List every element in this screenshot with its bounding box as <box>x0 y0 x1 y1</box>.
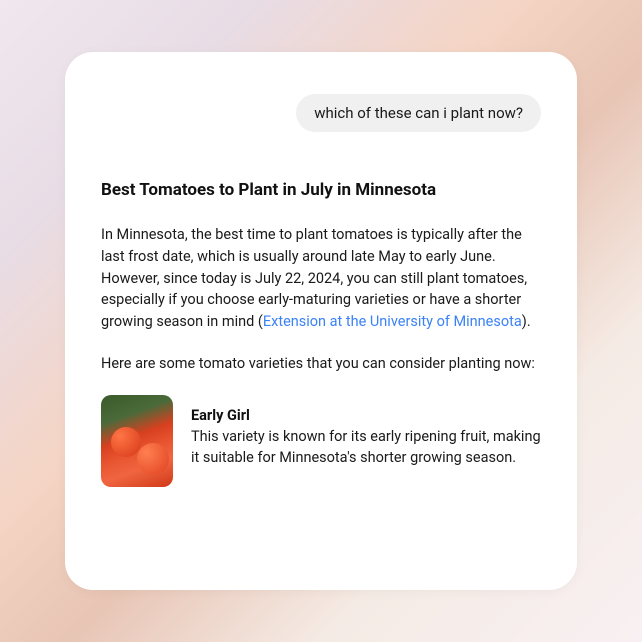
chat-card: which of these can i plant now? Best Tom… <box>65 52 577 590</box>
user-message-bubble: which of these can i plant now? <box>296 94 541 132</box>
variety-description: This variety is known for its early ripe… <box>191 426 541 468</box>
user-message-text: which of these can i plant now? <box>314 104 523 122</box>
variety-item: Early Girl This variety is known for its… <box>101 395 541 487</box>
lead-in-text: Here are some tomato varieties that you … <box>101 353 541 375</box>
tomato-image <box>101 395 173 487</box>
citation-link[interactable]: Extension at the University of Minnesota <box>263 313 522 330</box>
response-intro: In Minnesota, the best time to plant tom… <box>101 224 541 333</box>
intro-text-part2: ). <box>522 313 531 330</box>
variety-name: Early Girl <box>191 407 541 424</box>
user-message-row: which of these can i plant now? <box>101 94 541 132</box>
variety-text-block: Early Girl This variety is known for its… <box>191 395 541 468</box>
response-title: Best Tomatoes to Plant in July in Minnes… <box>101 180 541 200</box>
